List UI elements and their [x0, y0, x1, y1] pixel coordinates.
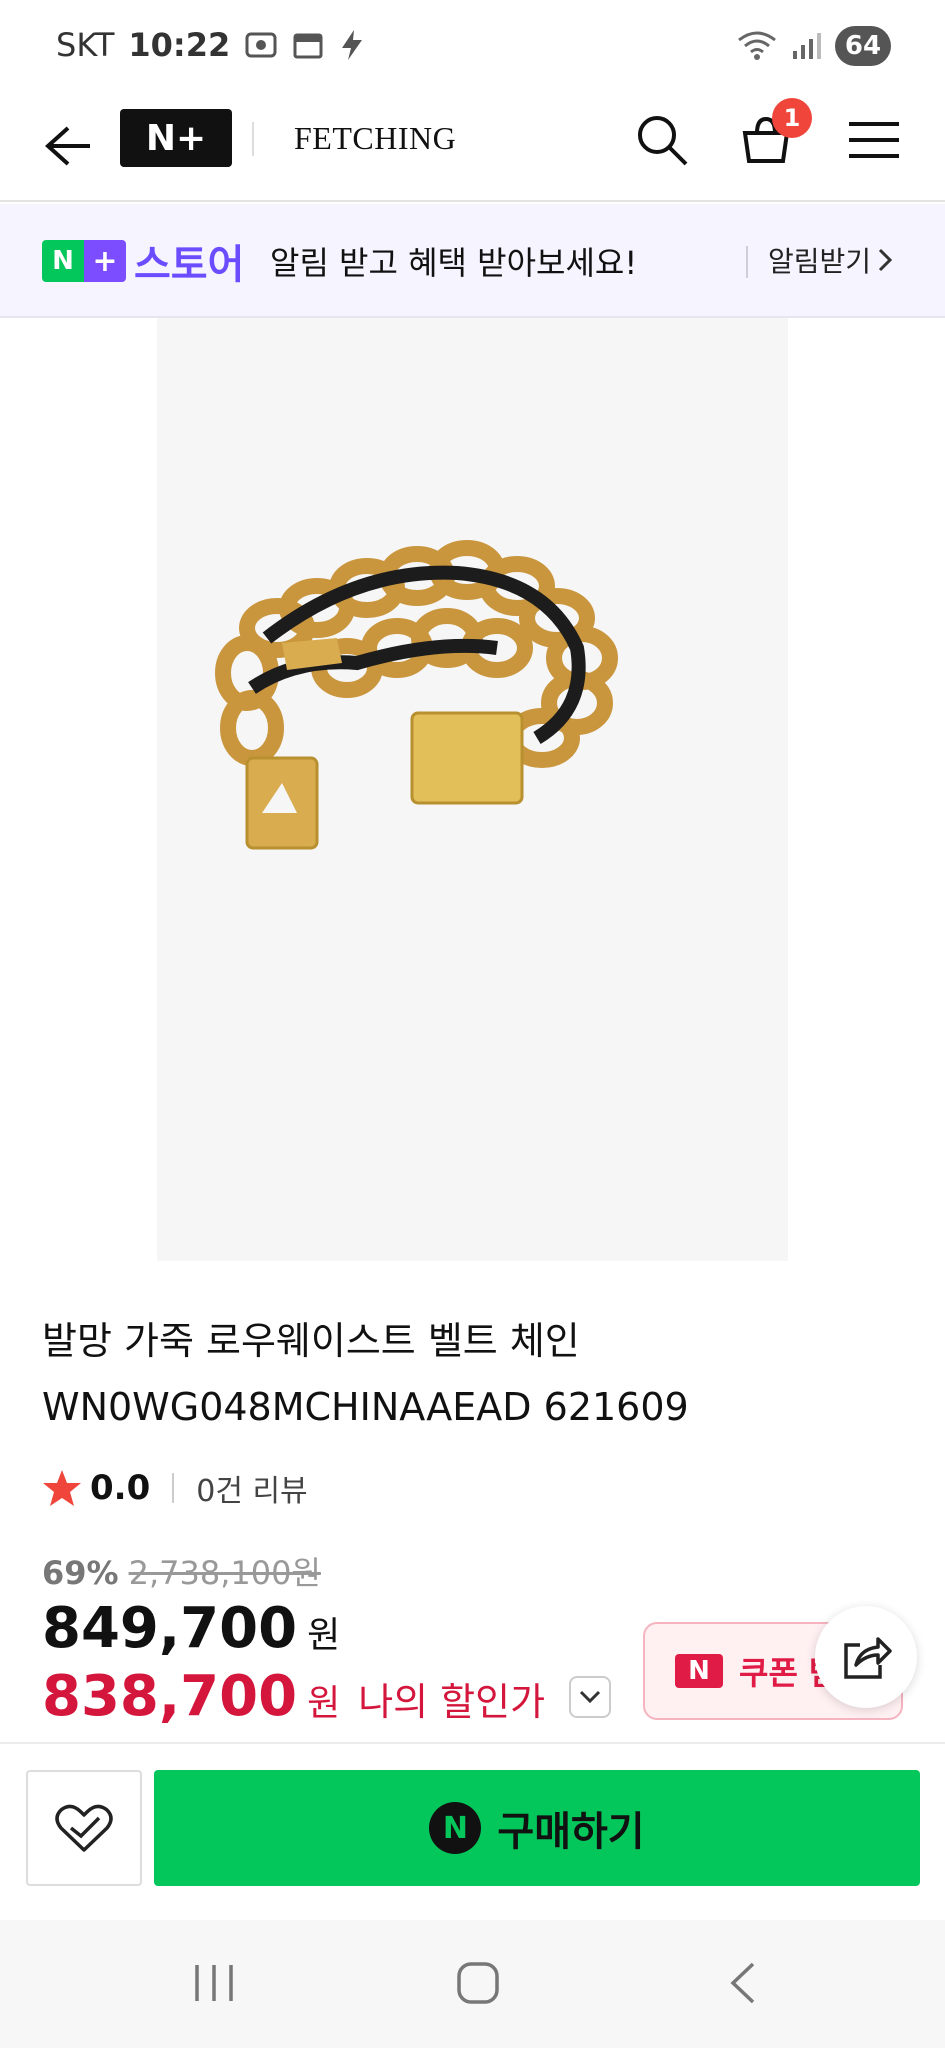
coupon-n-icon: N [675, 1654, 723, 1688]
menu-icon [849, 122, 899, 158]
search-button[interactable] [628, 106, 696, 174]
my-price-row: 838,700 원 나의 할인가 [42, 1664, 612, 1729]
purchase-action-bar: N 구매하기 [0, 1742, 945, 1920]
product-photo [157, 318, 788, 1261]
rating-divider [172, 1473, 175, 1503]
system-nav-bar [0, 1920, 945, 2048]
logo-n: N [42, 240, 84, 282]
back-arrow-icon [45, 126, 90, 166]
logo-plus: + [84, 240, 126, 282]
sale-price-unit: 원 [307, 1615, 341, 1656]
nav-home-icon [457, 1962, 499, 2004]
nav-back-button[interactable] [702, 1948, 782, 2018]
back-button[interactable] [36, 114, 100, 178]
store-alert-banner[interactable]: N + 스토어 알림 받고 혜택 받아보세요! 알림받기 [0, 204, 945, 318]
clock: 10:22 [128, 26, 231, 64]
my-price-unit: 원 [307, 1683, 341, 1724]
search-icon [638, 116, 688, 166]
share-icon [844, 1637, 892, 1679]
battery-indicator: 64 [835, 26, 891, 66]
carrier: SKT [56, 26, 115, 64]
my-price-label: 나의 할인가 [358, 1680, 546, 1724]
discount-rate: 69% [42, 1554, 119, 1592]
charging-icon [342, 30, 363, 60]
recent-apps-button[interactable] [174, 1948, 254, 2018]
product-title: 발망 가죽 로우웨이스트 벨트 체인 WN0WG048MCHINAAEAD 62… [42, 1308, 902, 1440]
rating-score: 0.0 [90, 1468, 151, 1508]
discount-row: 69% 2,738,100원 [42, 1548, 321, 1594]
my-discount-price: 838,700 [42, 1664, 298, 1729]
status-right: 64 [737, 26, 891, 66]
buy-button[interactable]: N 구매하기 [154, 1770, 920, 1886]
menu-button[interactable] [840, 106, 908, 174]
heart-check-icon [55, 1804, 113, 1852]
status-left: SKT 10:22 [56, 26, 366, 64]
wishlist-button[interactable] [26, 1770, 142, 1886]
rating-row[interactable]: 0.0 0건 리뷰 [42, 1464, 308, 1512]
star-icon [43, 1470, 81, 1506]
alert-subscribe-button[interactable]: 알림받기 [768, 240, 893, 280]
wifi-icon [738, 31, 776, 60]
product-title-line2: WN0WG048MCHINAAEAD 621609 [42, 1385, 689, 1429]
header-divider [252, 122, 254, 156]
price-row: 849,700 원 [42, 1596, 340, 1661]
share-button[interactable] [815, 1606, 917, 1708]
home-button[interactable] [438, 1948, 518, 2018]
store-label: 스토어 [134, 242, 245, 288]
chevron-right-icon [878, 248, 893, 272]
nplus-logo[interactable]: N+ [120, 109, 232, 167]
status-bar: SKT 10:22 64 [0, 0, 945, 92]
nav-recent-icon [195, 1965, 233, 2001]
signal-icon [793, 33, 821, 59]
chevron-down-icon [580, 1690, 601, 1703]
nav-back-icon [730, 1962, 755, 2004]
calendar-icon [293, 33, 323, 59]
buy-label: 구매하기 [497, 1809, 645, 1855]
screenshot-icon [245, 32, 277, 58]
original-price: 2,738,100원 [128, 1554, 321, 1592]
brand-name[interactable]: FETCHING [294, 120, 456, 157]
review-count[interactable]: 0건 리뷰 [196, 1466, 307, 1510]
naver-pay-icon: N [429, 1802, 482, 1854]
promo-message: 알림 받고 혜택 받아보세요! [270, 244, 638, 282]
cart-count-badge: 1 [772, 98, 812, 138]
my-price-expand-button[interactable] [569, 1675, 612, 1718]
product-title-line1: 발망 가죽 로우웨이스트 벨트 체인 [42, 1319, 580, 1363]
app-header: N+ FETCHING 1 [0, 92, 945, 202]
nplus-store-logo: N + [42, 240, 126, 282]
promo-divider [746, 246, 748, 278]
product-image[interactable] [157, 318, 788, 1261]
alert-subscribe-label: 알림받기 [768, 245, 872, 278]
sale-price: 849,700 [42, 1596, 298, 1661]
